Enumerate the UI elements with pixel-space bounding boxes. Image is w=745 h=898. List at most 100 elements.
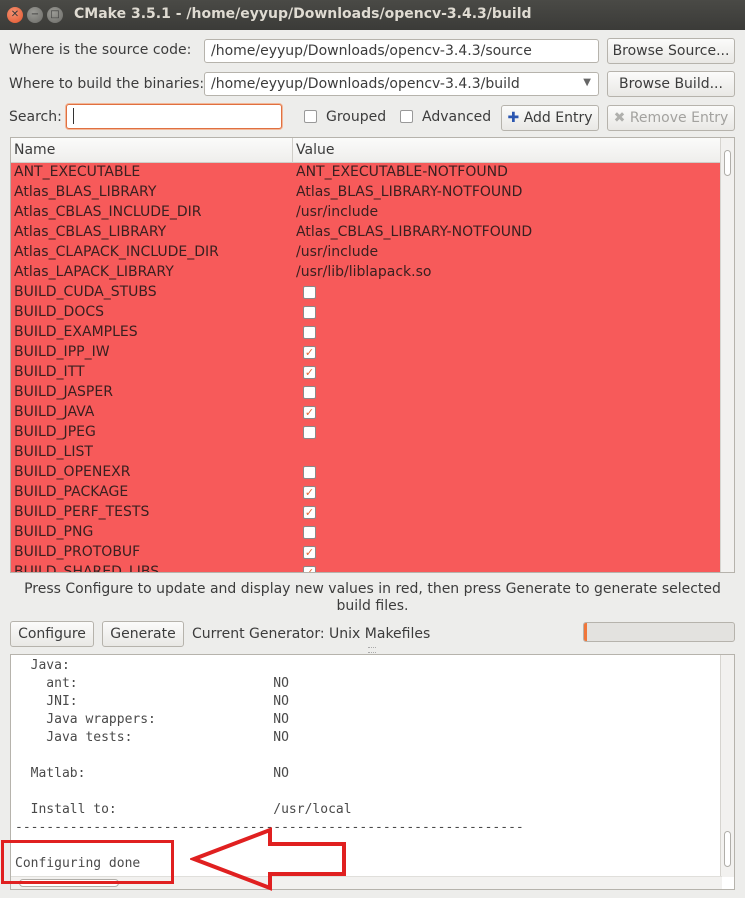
row-name: Atlas_CBLAS_INCLUDE_DIR [14, 204, 202, 220]
table-vertical-scrollbar[interactable] [720, 138, 734, 572]
splitter-handle[interactable] [368, 647, 376, 653]
value-column-header[interactable]: Value [296, 142, 334, 158]
log-line: Java tests: NO [15, 730, 289, 745]
row-value[interactable]: Atlas_CBLAS_LIBRARY-NOTFOUND [296, 224, 532, 240]
maximize-icon[interactable]: □ [47, 7, 63, 23]
row-value-checkbox[interactable]: ✓ [303, 406, 316, 419]
row-name: BUILD_IPP_IW [14, 344, 110, 360]
progress-bar [583, 622, 735, 642]
row-value[interactable]: /usr/include [296, 204, 378, 220]
row-value-checkbox[interactable]: ✓ [303, 486, 316, 499]
table-row[interactable]: BUILD_PROTOBUF ✓ [11, 543, 722, 563]
remove-entry-label: Remove Entry [629, 110, 729, 126]
log-line: Matlab: NO [15, 766, 289, 781]
browse-build-button[interactable]: Browse Build... [607, 71, 735, 97]
row-value-checkbox[interactable] [303, 286, 316, 299]
table-row[interactable]: BUILD_ITT ✓ [11, 363, 722, 383]
row-name: BUILD_DOCS [14, 304, 105, 320]
table-row[interactable]: Atlas_CLAPACK_INCLUDE_DIR/usr/include [11, 243, 722, 263]
row-name: BUILD_PROTOBUF [14, 544, 141, 560]
row-name: BUILD_SHARED_LIBS [14, 564, 160, 573]
remove-entry-button[interactable]: ✖ Remove Entry [607, 105, 735, 131]
table-row[interactable]: Atlas_BLAS_LIBRARY Atlas_BLAS_LIBRARY-NOT… [11, 183, 722, 203]
column-divider[interactable] [292, 138, 293, 162]
source-label: Where is the source code: [9, 42, 192, 58]
browse-source-button[interactable]: Browse Source... [607, 38, 735, 64]
minimize-icon[interactable]: − [27, 7, 43, 23]
table-row[interactable]: BUILD_SHARED_LIBS ✓ [11, 563, 722, 573]
table-row[interactable]: Atlas_CBLAS_INCLUDE_DIR/usr/include [11, 203, 722, 223]
row-name: BUILD_JPEG [14, 424, 96, 440]
row-value-checkbox[interactable]: ✓ [303, 346, 316, 359]
row-value-checkbox[interactable] [303, 326, 316, 339]
table-body: ANT_EXECUTABLE ANT_EXECUTABLE-NOTFOUND Atl… [11, 163, 722, 573]
text-cursor [73, 108, 74, 124]
table-row[interactable]: BUILD_OPENEXR [11, 463, 722, 483]
row-value-checkbox[interactable]: ✓ [303, 546, 316, 559]
row-value-checkbox[interactable]: ✓ [303, 566, 316, 572]
log-line: Java: [15, 658, 70, 673]
table-row[interactable]: BUILD_DOCS [11, 303, 722, 323]
build-label: Where to build the binaries: [9, 76, 205, 92]
row-name: BUILD_PNG [14, 524, 94, 540]
grouped-label: Grouped [326, 109, 387, 125]
log-line: JNI: NO [15, 694, 289, 709]
row-name: BUILD_JAVA [14, 404, 95, 420]
table-row[interactable]: BUILD_EXAMPLES [11, 323, 722, 343]
search-input[interactable] [66, 104, 282, 129]
log-line: Java wrappers: NO [15, 712, 289, 727]
table-row[interactable]: ANT_EXECUTABLE ANT_EXECUTABLE-NOTFOUND [11, 163, 722, 183]
row-name: Atlas_CBLAS_LIBRARY [14, 224, 167, 240]
table-row[interactable]: Atlas_CBLAS_LIBRARY Atlas_CBLAS_LIBRARY-N… [11, 223, 722, 243]
row-value-checkbox[interactable] [303, 306, 316, 319]
add-entry-label: Add Entry [523, 110, 593, 126]
window-title: CMake 3.5.1 - /home/eyyup/Downloads/open… [74, 6, 532, 22]
row-name: Atlas_CLAPACK_INCLUDE_DIR [14, 244, 219, 260]
row-name: ANT_EXECUTABLE [14, 164, 141, 180]
close-icon[interactable]: ✕ [7, 7, 23, 23]
log-line: Install to: /usr/local [15, 802, 352, 817]
row-name: Atlas_LAPACK_LIBRARY [14, 264, 174, 280]
source-path-field[interactable]: /home/eyyup/Downloads/opencv-3.4.3/sourc… [204, 39, 599, 63]
configure-button[interactable]: Configure [10, 621, 94, 647]
table-row[interactable]: BUILD_PNG [11, 523, 722, 543]
row-value-checkbox[interactable]: ✓ [303, 366, 316, 379]
grouped-checkbox[interactable] [304, 110, 317, 123]
row-name: BUILD_PACKAGE [14, 484, 129, 500]
table-row[interactable]: BUILD_JASPER [11, 383, 722, 403]
row-value-checkbox[interactable] [303, 426, 316, 439]
table-row[interactable]: BUILD_PERF_TESTS ✓ [11, 503, 722, 523]
log-scrollbar-thumb[interactable] [724, 831, 731, 867]
title-bar: ✕ − □ CMake 3.5.1 - /home/eyyup/Download… [0, 0, 745, 30]
build-path-combo[interactable]: /home/eyyup/Downloads/opencv-3.4.3/build… [204, 72, 599, 96]
chevron-down-icon[interactable]: ▼ [583, 77, 591, 88]
row-name: BUILD_CUDA_STUBS [14, 284, 157, 300]
row-value-checkbox[interactable] [303, 466, 316, 479]
table-row[interactable]: BUILD_IPP_IW ✓ [11, 343, 722, 363]
search-label: Search: [9, 109, 62, 125]
scrollbar-thumb[interactable] [724, 150, 731, 176]
row-value[interactable]: ANT_EXECUTABLE-NOTFOUND [296, 164, 508, 180]
row-value-checkbox[interactable] [303, 526, 316, 539]
add-entry-button[interactable]: ✚ Add Entry [501, 105, 599, 131]
row-value[interactable]: /usr/lib/liblapack.so [296, 264, 431, 280]
row-name: BUILD_PERF_TESTS [14, 504, 150, 520]
table-row[interactable]: BUILD_PACKAGE ✓ [11, 483, 722, 503]
table-row[interactable]: BUILD_JPEG [11, 423, 722, 443]
table-row[interactable]: Atlas_LAPACK_LIBRARY/usr/lib/liblapack.s… [11, 263, 722, 283]
row-value[interactable]: /usr/include [296, 244, 378, 260]
plus-icon: ✚ [507, 110, 520, 126]
name-column-header[interactable]: Name [14, 142, 55, 158]
row-name: BUILD_OPENEXR [14, 464, 131, 480]
row-value-checkbox[interactable]: ✓ [303, 506, 316, 519]
row-value-checkbox[interactable] [303, 386, 316, 399]
annotation-arrow-icon [190, 827, 346, 891]
table-row[interactable]: BUILD_CUDA_STUBS [11, 283, 722, 303]
advanced-label: Advanced [422, 109, 492, 125]
table-row[interactable]: BUILD_LIST [11, 443, 722, 463]
advanced-checkbox[interactable] [400, 110, 413, 123]
table-row[interactable]: BUILD_JAVA ✓ [11, 403, 722, 423]
generate-button[interactable]: Generate [102, 621, 184, 647]
log-vertical-scrollbar[interactable] [720, 655, 734, 877]
row-value[interactable]: Atlas_BLAS_LIBRARY-NOTFOUND [296, 184, 522, 200]
